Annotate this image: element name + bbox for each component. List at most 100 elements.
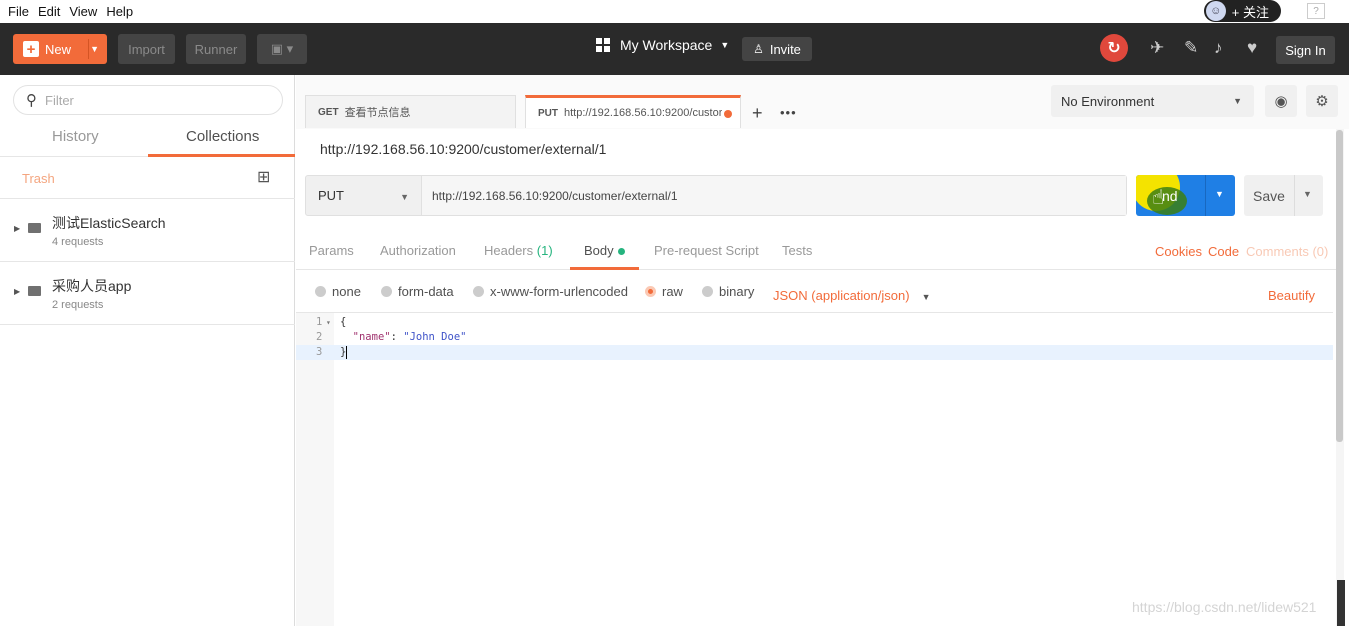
radio-form-data[interactable]: form-data — [381, 284, 454, 299]
url-bar: PUT ▼ http://192.168.56.10:9200/customer… — [305, 175, 1127, 216]
hand-cursor-icon: ☝ — [1152, 187, 1165, 209]
expand-arrow-icon[interactable]: ▶ — [14, 287, 20, 296]
scrollbar-thumb[interactable] — [1336, 130, 1343, 442]
new-window-button[interactable]: ▣ ▾ — [257, 34, 307, 64]
watermark: https://blog.csdn.net/lidew521 — [1132, 599, 1317, 615]
body-label: Body — [584, 243, 614, 258]
heart-icon[interactable]: ♥ — [1247, 37, 1257, 59]
body-editor[interactable]: 1 ▾ { 2 "name": "John Doe" 3 } — [296, 312, 1333, 626]
save-label: Save — [1253, 187, 1285, 204]
filter-input[interactable]: ⚲ Filter — [13, 85, 283, 115]
tab-history[interactable]: History — [52, 128, 99, 145]
content-type-select[interactable]: JSON (application/json) ▼ — [773, 288, 930, 303]
radio-urlencoded[interactable]: x-www-form-urlencoded — [473, 284, 628, 299]
code-text: "name": "John Doe" — [340, 330, 467, 345]
satellite-icon[interactable]: ✈ — [1150, 37, 1164, 59]
collection-item[interactable]: ▶ 采购人员app 2 requests — [0, 262, 295, 325]
menu-edit[interactable]: Edit — [38, 4, 60, 19]
save-button[interactable]: Save ▼ — [1244, 175, 1323, 216]
chevron-down-icon[interactable]: ▼ — [1303, 189, 1312, 199]
tab-params[interactable]: Params — [309, 243, 354, 258]
radio-label: x-www-form-urlencoded — [490, 284, 628, 299]
scrollbar-bottom — [1337, 580, 1345, 626]
search-icon: ⚲ — [26, 92, 37, 109]
invite-button[interactable]: ♙ Invite — [742, 37, 812, 61]
tab-title: 查看节点信息 — [344, 107, 411, 119]
body-indicator-dot — [617, 248, 625, 256]
method-select[interactable]: PUT ▼ — [306, 188, 421, 203]
add-tab-icon[interactable]: + — [752, 103, 763, 124]
sidebar-tabs: History Collections — [0, 120, 295, 157]
radio-label: none — [332, 284, 361, 299]
tab-body[interactable]: Body — [584, 243, 625, 258]
gear-icon[interactable]: ⚙ — [1306, 85, 1338, 117]
tab-method: GET — [318, 106, 339, 118]
runner-button[interactable]: Runner — [186, 34, 246, 64]
radio-label: form-data — [398, 284, 454, 299]
cookies-link[interactable]: Cookies — [1155, 244, 1202, 259]
import-button[interactable]: Import — [118, 34, 175, 64]
grid-icon — [596, 38, 610, 52]
editor-line: 2 "name": "John Doe" — [296, 330, 1333, 345]
editor-line-current: 3 } — [296, 345, 1333, 360]
menu-view[interactable]: View — [69, 4, 97, 19]
invite-user-icon: ♙ — [753, 42, 764, 56]
sync-icon[interactable]: ↻ — [1100, 34, 1128, 62]
tab-collections[interactable]: Collections — [186, 128, 259, 145]
request-tab[interactable]: GET 查看节点信息 — [305, 95, 516, 128]
tab-method: PUT — [538, 107, 558, 119]
radio-binary[interactable]: binary — [702, 284, 754, 299]
chevron-down-icon: ▼ — [720, 40, 730, 50]
help-box[interactable]: ? — [1307, 3, 1325, 19]
request-tab-active[interactable]: PUT http://192.168.56.10:9200/custor — [525, 95, 741, 128]
new-collection-icon[interactable]: ⊞ — [257, 167, 270, 187]
collection-count: 4 requests — [52, 236, 104, 248]
json-value: "John Doe" — [403, 331, 467, 343]
header-toolbar: + New ▼ Import Runner ▣ ▾ My Workspace ▼… — [0, 23, 1349, 75]
trash-row[interactable]: Trash ⊞ — [0, 157, 295, 199]
eye-icon[interactable]: ◉ — [1265, 85, 1297, 117]
menu-help[interactable]: Help — [106, 4, 133, 19]
chevron-down-icon: ▼ — [921, 292, 931, 302]
tab-headers[interactable]: Headers (1) — [484, 243, 553, 258]
radio-none[interactable]: none — [315, 284, 361, 299]
follow-overlay-button[interactable]: ☺ + 关注 — [1203, 0, 1281, 22]
invite-label: Invite — [769, 41, 801, 57]
divider — [1294, 175, 1295, 216]
chevron-down-icon[interactable]: ▼ — [1215, 189, 1224, 199]
collection-item[interactable]: ▶ 测试ElasticSearch 4 requests — [0, 199, 295, 262]
tab-tests[interactable]: Tests — [782, 243, 812, 258]
radio-selected-icon — [645, 286, 656, 297]
tab-authorization[interactable]: Authorization — [380, 243, 456, 258]
wrench-icon[interactable]: ✎ — [1184, 37, 1198, 59]
tab-prerequest-script[interactable]: Pre-request Script — [654, 243, 759, 258]
radio-label: binary — [719, 284, 755, 299]
json-separator: : — [390, 331, 404, 343]
send-button[interactable]: nd ▼ — [1136, 175, 1235, 216]
new-button[interactable]: + New ▼ — [13, 34, 107, 64]
environment-select[interactable]: No Environment ▼ — [1051, 85, 1254, 117]
expand-arrow-icon[interactable]: ▶ — [14, 224, 20, 233]
request-tab-bar: GET 查看节点信息 PUT http://192.168.56.10:9200… — [296, 75, 1349, 129]
unsaved-dot — [724, 110, 732, 118]
workspace-selector[interactable]: My Workspace ▼ — [596, 37, 729, 53]
radio-icon — [473, 286, 484, 297]
more-icon[interactable]: ••• — [780, 105, 797, 120]
bell-icon[interactable]: ♪ — [1214, 37, 1223, 59]
beautify-link[interactable]: Beautify — [1268, 288, 1315, 303]
sign-in-button[interactable]: Sign In — [1276, 36, 1335, 64]
menu-file[interactable]: File — [8, 4, 29, 19]
url-input[interactable]: http://192.168.56.10:9200/customer/exter… — [421, 176, 1126, 215]
radio-icon — [381, 286, 392, 297]
avatar-icon: ☺ — [1205, 1, 1226, 21]
tab-title: http://192.168.56.10:9200/custor — [564, 107, 723, 119]
code-link[interactable]: Code — [1208, 244, 1239, 259]
trash-label[interactable]: Trash — [22, 171, 55, 186]
code-text: } — [340, 345, 348, 360]
request-title: http://192.168.56.10:9200/customer/exter… — [320, 141, 607, 157]
chevron-down-icon: ▼ — [400, 192, 409, 202]
chevron-down-icon[interactable]: ▼ — [90, 44, 99, 54]
comments-link[interactable]: Comments (0) — [1246, 244, 1328, 259]
radio-raw[interactable]: raw — [645, 284, 683, 299]
fold-icon[interactable]: ▾ — [326, 315, 331, 330]
